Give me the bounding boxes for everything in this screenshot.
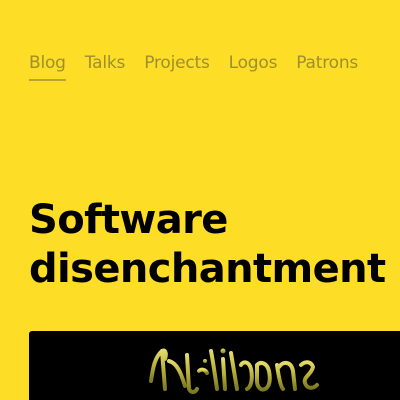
nav-talks[interactable]: Talks <box>85 52 126 81</box>
nav-patrons[interactable]: Patrons <box>296 52 358 81</box>
nav-blog[interactable]: Blog <box>29 52 66 81</box>
page-title: Software disenchantment <box>29 196 386 294</box>
nav-logos[interactable]: Logos <box>229 52 278 81</box>
main-nav: Blog Talks Projects Logos Patrons <box>29 52 358 81</box>
page-title-line-2: disenchantment <box>29 246 386 292</box>
hero-image <box>29 331 400 400</box>
nav-projects[interactable]: Projects <box>144 52 210 81</box>
page-title-line-1: Software <box>29 197 228 243</box>
gothic-lettering-image <box>149 348 319 394</box>
